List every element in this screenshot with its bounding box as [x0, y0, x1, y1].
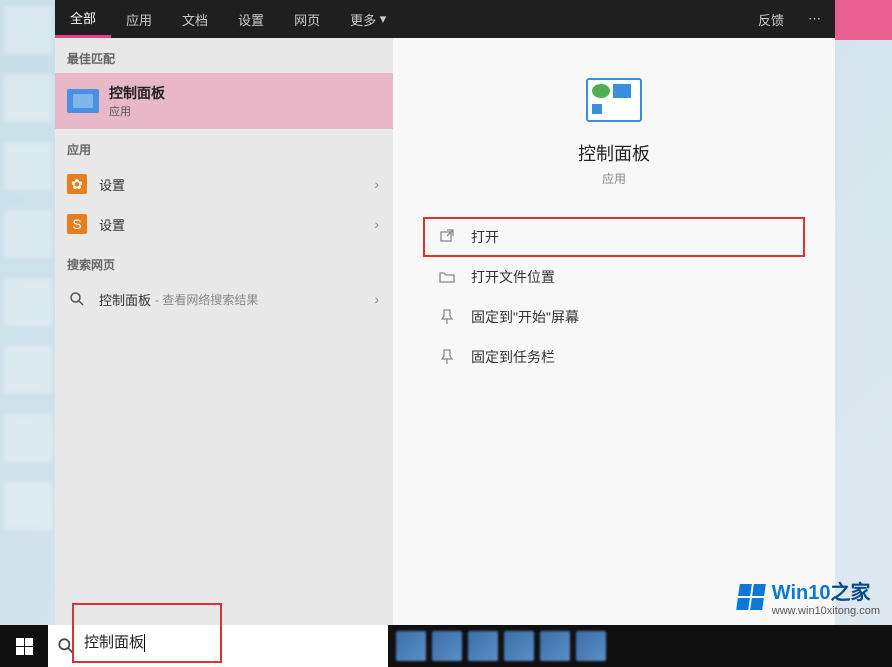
- windows-logo-icon: [736, 584, 766, 610]
- detail-subtitle: 应用: [602, 170, 626, 187]
- action-pin-start[interactable]: 固定到"开始"屏幕: [423, 297, 805, 337]
- gear-icon: S: [67, 214, 87, 234]
- watermark-url: www.win10xitong.com: [772, 605, 880, 617]
- app-result-item[interactable]: S 设置 ›: [55, 204, 393, 244]
- desktop-icon[interactable]: [4, 414, 52, 462]
- chevron-down-icon: ▾: [380, 11, 387, 27]
- control-panel-icon: [67, 89, 99, 113]
- desktop-icon[interactable]: [4, 142, 52, 190]
- search-input-value: 控制面板: [84, 634, 144, 651]
- best-match-title: 控制面板: [109, 83, 165, 103]
- action-open-location[interactable]: 打开文件位置: [423, 257, 805, 297]
- section-best-match: 最佳匹配: [55, 38, 393, 73]
- action-pin-taskbar[interactable]: 固定到任务栏: [423, 337, 805, 377]
- tab-settings[interactable]: 设置: [223, 0, 279, 38]
- chevron-right-icon: ›: [374, 291, 379, 307]
- folder-icon: [437, 269, 457, 285]
- section-web: 搜索网页: [55, 244, 393, 279]
- taskbar-search-box[interactable]: 控制面板: [48, 625, 388, 667]
- tab-apps[interactable]: 应用: [111, 0, 167, 38]
- best-match-item[interactable]: 控制面板 应用: [55, 73, 393, 129]
- tab-more[interactable]: 更多 ▾: [335, 0, 401, 38]
- tab-documents[interactable]: 文档: [167, 0, 223, 38]
- detail-column: 控制面板 应用 打开 打开文件位置 固定到"开始"屏幕 固定到任务栏: [393, 38, 835, 628]
- action-list: 打开 打开文件位置 固定到"开始"屏幕 固定到任务栏: [393, 187, 835, 377]
- control-panel-large-icon: [586, 78, 642, 122]
- action-pin-start-label: 固定到"开始"屏幕: [471, 307, 579, 327]
- action-open-location-label: 打开文件位置: [471, 267, 555, 287]
- section-apps: 应用: [55, 129, 393, 164]
- chevron-right-icon: ›: [374, 176, 379, 192]
- app-result-item[interactable]: ✿ 设置 ›: [55, 164, 393, 204]
- pin-icon: [437, 309, 457, 325]
- desktop-icon[interactable]: [4, 482, 52, 530]
- desktop-icon[interactable]: [4, 210, 52, 258]
- taskbar-app-icon[interactable]: [432, 631, 462, 661]
- app-result-label: 设置: [99, 175, 125, 194]
- search-icon: [48, 637, 84, 655]
- desktop-icon[interactable]: [4, 278, 52, 326]
- web-result-item[interactable]: 控制面板 - 查看网络搜索结果 ›: [55, 279, 393, 319]
- open-icon: [437, 229, 457, 245]
- tab-all[interactable]: 全部: [55, 0, 111, 38]
- detail-title: 控制面板: [578, 140, 650, 166]
- desktop-icon[interactable]: [4, 74, 52, 122]
- chevron-right-icon: ›: [374, 216, 379, 232]
- app-result-label: 设置: [99, 215, 125, 234]
- tab-web[interactable]: 网页: [279, 0, 335, 38]
- taskbar-app-icon[interactable]: [468, 631, 498, 661]
- gear-icon: ✿: [67, 174, 87, 194]
- more-options-icon[interactable]: ⋯: [796, 11, 835, 27]
- web-result-label: 控制面板: [99, 290, 151, 309]
- watermark: Win10之家 www.win10xitong.com: [738, 576, 880, 617]
- desktop-decoration: [832, 0, 892, 40]
- desktop-icon[interactable]: [4, 6, 52, 54]
- feedback-link[interactable]: 反馈: [746, 10, 796, 29]
- action-open-label: 打开: [471, 227, 499, 247]
- web-result-hint: - 查看网络搜索结果: [155, 291, 258, 308]
- taskbar-app-icon[interactable]: [396, 631, 426, 661]
- taskbar-pinned-apps: [396, 625, 606, 667]
- desktop-icons-column: [0, 0, 55, 620]
- taskbar-app-icon[interactable]: [504, 631, 534, 661]
- search-input[interactable]: 控制面板: [84, 631, 388, 661]
- desktop-icon[interactable]: [4, 346, 52, 394]
- search-icon: [67, 289, 87, 309]
- windows-logo-icon: [16, 638, 33, 655]
- tab-more-label: 更多: [350, 10, 376, 29]
- results-column: 最佳匹配 控制面板 应用 应用 ✿ 设置 › S 设置 › 搜索网页 控制面板 …: [55, 38, 393, 628]
- pin-icon: [437, 349, 457, 365]
- taskbar: 控制面板: [0, 625, 892, 667]
- best-match-subtitle: 应用: [109, 103, 165, 119]
- taskbar-app-icon[interactable]: [576, 631, 606, 661]
- action-pin-taskbar-label: 固定到任务栏: [471, 347, 555, 367]
- taskbar-app-icon[interactable]: [540, 631, 570, 661]
- action-open[interactable]: 打开: [423, 217, 805, 257]
- watermark-title: Win10之家: [772, 576, 880, 605]
- search-tab-bar: 全部 应用 文档 设置 网页 更多 ▾ 反馈 ⋯: [55, 0, 835, 38]
- start-button[interactable]: [0, 625, 48, 667]
